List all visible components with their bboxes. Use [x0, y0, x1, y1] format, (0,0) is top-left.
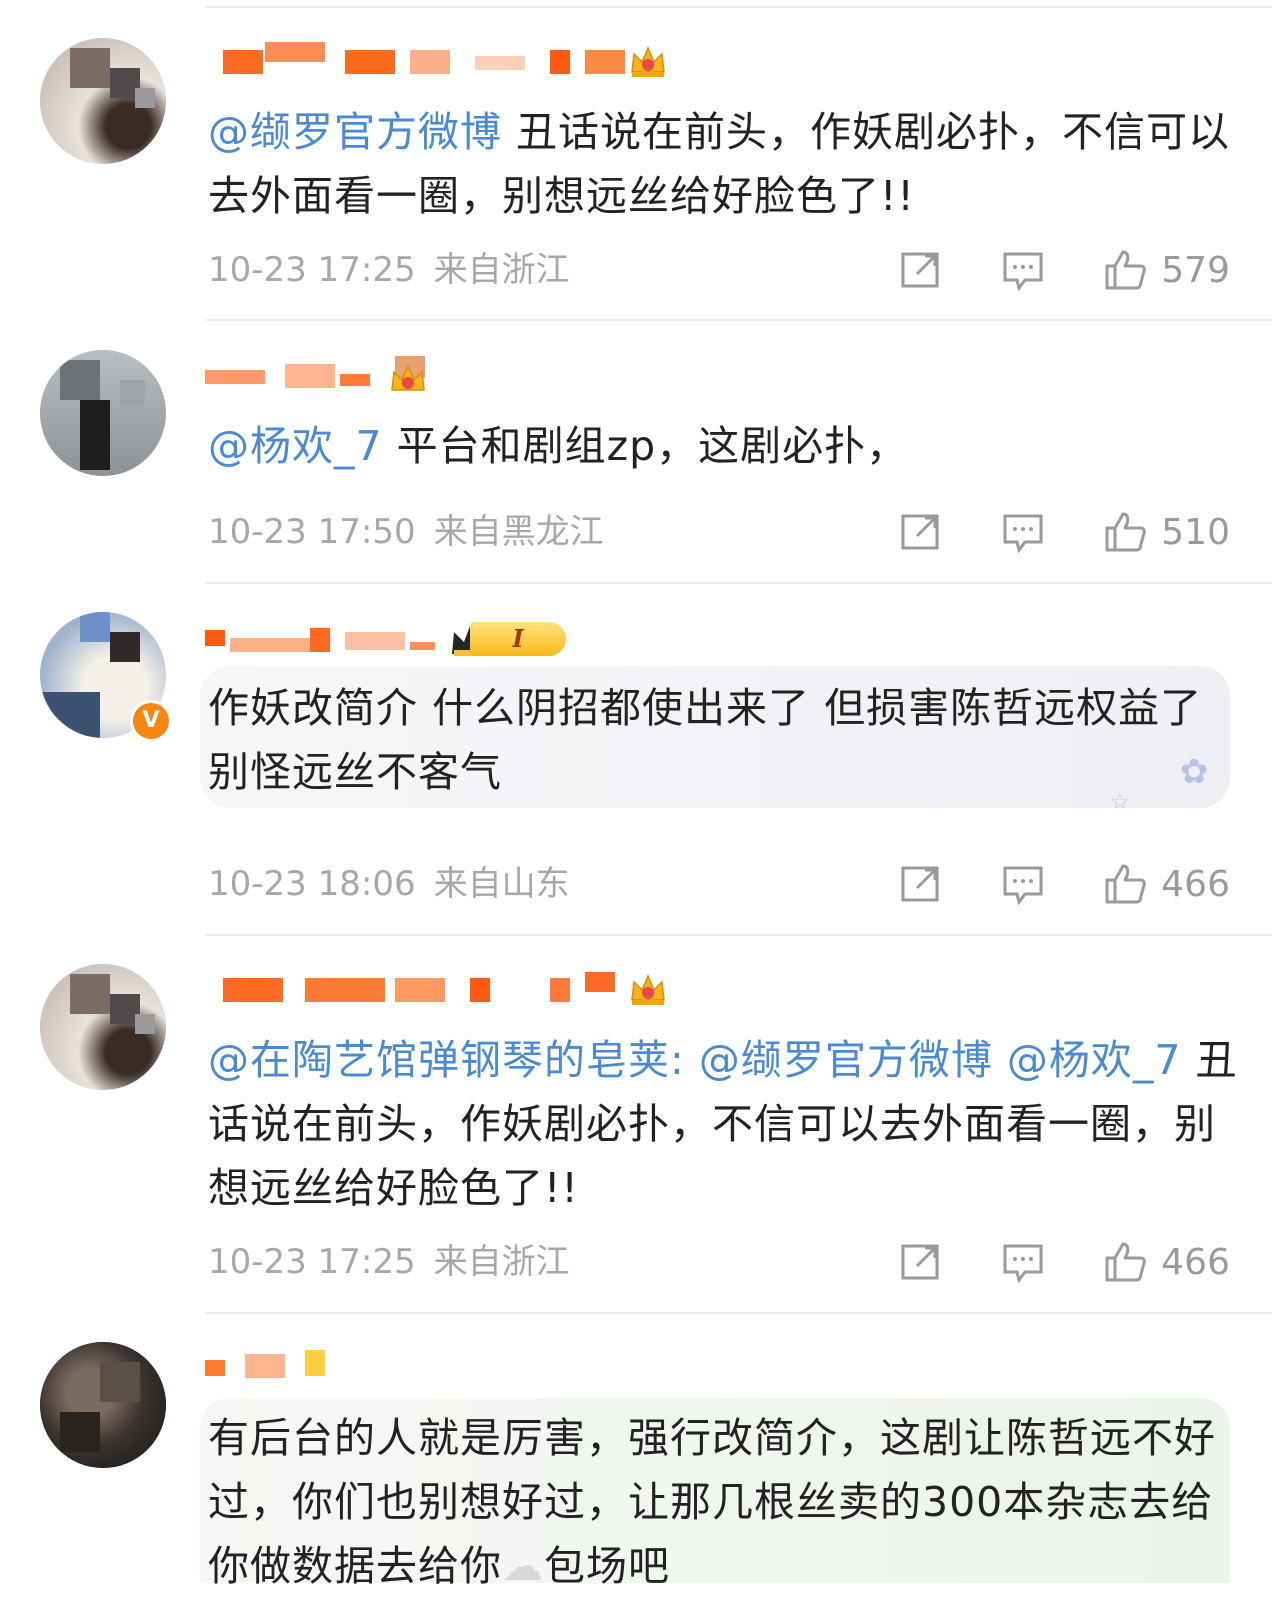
like-icon [1105, 1242, 1147, 1282]
region: 来自黑龙江 [433, 512, 604, 552]
like-icon [1105, 864, 1147, 904]
avatar[interactable] [40, 38, 166, 164]
comment-meta: 10-23 17:50 来自黑龙江 [208, 508, 604, 556]
timestamp: 10-23 17:50 [208, 512, 416, 552]
share-icon[interactable] [899, 510, 943, 554]
mention-link[interactable]: @杨欢_7 [208, 422, 383, 470]
timestamp: 10-23 17:25 [208, 1242, 416, 1282]
username-redacted[interactable] [205, 970, 625, 1010]
verified-badge: V [130, 700, 172, 742]
like-button[interactable]: 466 [1103, 862, 1230, 906]
avatar[interactable] [40, 964, 166, 1090]
comment-actions: 466 [899, 1238, 1230, 1286]
divider [205, 319, 1272, 321]
comment-text: 作妖改简介 什么阴招都使出来了 但损害陈哲远权益了 别怪远丝不客气 [208, 684, 1203, 796]
timestamp: 10-23 18:06 [208, 864, 416, 904]
comment-actions: 510 [899, 508, 1230, 556]
top-divider [205, 6, 1272, 8]
like-count: 466 [1161, 1241, 1230, 1283]
region: 来自浙江 [433, 250, 570, 290]
region: 来自浙江 [433, 1242, 570, 1282]
crown-icon [631, 974, 665, 1005]
comment-meta: 10-23 17:25 来自浙江 [208, 246, 570, 294]
divider [205, 934, 1272, 936]
like-icon [1105, 512, 1147, 552]
like-button[interactable]: 510 [1103, 510, 1230, 554]
comment-text: @在陶艺馆弹钢琴的皂荚: @缬罗官方微博 @杨欢_7 丑话说在前头，作妖剧必扑，… [208, 1036, 1238, 1212]
like-button[interactable]: 579 [1103, 248, 1230, 292]
share-icon[interactable] [899, 862, 943, 906]
reply-icon[interactable] [1001, 248, 1045, 292]
mention-link[interactable]: @缬罗官方微博 [699, 1036, 993, 1084]
username-redacted[interactable] [205, 1346, 345, 1386]
share-icon[interactable] [899, 248, 943, 292]
reply-icon[interactable] [1001, 862, 1045, 906]
comment-text: 有后台的人就是厉害，强行改简介，这剧让陈哲远不好过，你们也别想好过，让那几根丝卖… [208, 1414, 1216, 1590]
crown-icon [631, 46, 665, 77]
like-icon [1105, 250, 1147, 290]
like-count: 510 [1161, 511, 1230, 553]
comment-actions: 579 [899, 246, 1230, 294]
like-button[interactable]: 466 [1103, 1240, 1230, 1284]
username-redacted[interactable] [205, 42, 685, 82]
mention-link[interactable]: @杨欢_7 [1007, 1036, 1182, 1084]
reply-icon[interactable] [1001, 510, 1045, 554]
level-badge: I [470, 622, 566, 656]
comment-actions: 466 [899, 860, 1230, 908]
reply-icon[interactable] [1001, 1240, 1045, 1284]
avatar[interactable] [40, 1342, 166, 1468]
divider [205, 1312, 1272, 1314]
like-count: 579 [1161, 249, 1230, 291]
comment-text: @缬罗官方微博 丑话说在前头，作妖剧必扑，不信可以去外面看一圈，别想远丝给好脸色… [208, 108, 1231, 220]
comment-meta: 10-23 18:06 来自山东 [208, 860, 570, 908]
mention-link[interactable]: @缬罗官方微博 [208, 108, 502, 156]
share-icon[interactable] [899, 1240, 943, 1284]
username-redacted[interactable] [205, 620, 455, 660]
comment-meta: 10-23 17:25 来自浙江 [208, 1238, 570, 1286]
like-count: 466 [1161, 863, 1230, 905]
avatar[interactable] [40, 350, 166, 476]
region: 来自山东 [433, 864, 570, 904]
mention-link[interactable]: @在陶艺馆弹钢琴的皂荚: [208, 1036, 685, 1084]
divider [205, 582, 1272, 584]
crown-icon [391, 364, 425, 391]
comment-text: @杨欢_7 平台和剧组zp，这剧必扑， [208, 422, 909, 470]
timestamp: 10-23 17:25 [208, 250, 416, 290]
